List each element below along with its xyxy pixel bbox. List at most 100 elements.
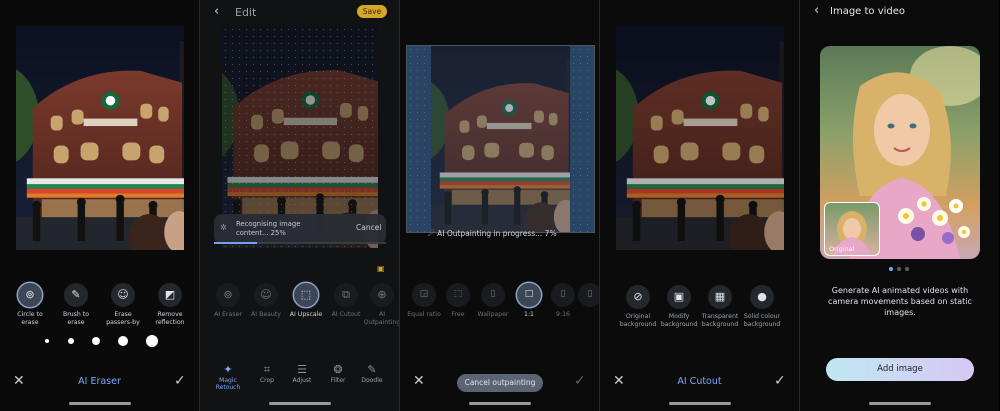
outpaint-icon: ⊕ bbox=[370, 283, 394, 307]
original-thumbnail: Original bbox=[824, 202, 880, 256]
cancel-button[interactable]: Cancel bbox=[356, 223, 381, 232]
nav-doodle[interactable]: ✎ Doodle bbox=[354, 363, 390, 384]
tool-remove-reflection[interactable]: ◩ Remove reflection bbox=[148, 283, 192, 326]
portrait-icon: ▯ bbox=[551, 283, 575, 307]
brush-size-5[interactable] bbox=[146, 335, 158, 347]
gallery-icon[interactable]: ▣ bbox=[377, 264, 385, 273]
people-icon: ☺ bbox=[111, 283, 135, 307]
pen-icon: ✎ bbox=[367, 363, 377, 376]
more-ratio-icon: ▯ bbox=[578, 283, 599, 307]
tool-circle-to-erase[interactable]: ⊚ Circle to erase bbox=[8, 283, 52, 326]
ratio-label: 1:1 bbox=[524, 311, 534, 318]
tool-ai-beauty[interactable]: ☺ AI Beauty bbox=[244, 283, 288, 319]
nav-label: Crop bbox=[259, 377, 274, 384]
mode-title: AI Eraser bbox=[78, 376, 121, 387]
face-icon: ☺ bbox=[254, 283, 278, 307]
image-to-video-panel: ‹ Image to video Original Generate AI an… bbox=[800, 0, 999, 411]
save-button[interactable]: Save bbox=[357, 5, 387, 18]
brush-icon: ✎ bbox=[64, 283, 88, 307]
home-indicator bbox=[268, 402, 331, 405]
tool-label: AI Outpainting bbox=[363, 311, 399, 326]
page-dot-1[interactable] bbox=[889, 267, 893, 271]
tool-label: Circle to erase bbox=[17, 311, 43, 326]
tool-label: AI Cutout bbox=[331, 311, 361, 318]
checkerboard-icon: ▦ bbox=[708, 285, 732, 309]
description: Generate AI animated videos with camera … bbox=[828, 286, 972, 317]
cancel-outpainting-button[interactable]: Cancel outpainting bbox=[457, 374, 543, 392]
tool-erase-passers-by[interactable]: ☺ Erase passers-by bbox=[101, 283, 145, 326]
nav-label: Magic Retouch bbox=[215, 377, 241, 391]
back-icon[interactable]: ‹ bbox=[814, 3, 819, 18]
nav-filter[interactable]: ❂ Filter bbox=[320, 363, 356, 384]
nav-magic-retouch[interactable]: ✦ Magic Retouch bbox=[208, 363, 248, 391]
bg-original[interactable]: ⊘ Original background bbox=[616, 285, 660, 328]
brush-size-1[interactable] bbox=[45, 339, 49, 343]
progress-toast: ✲ Recognising image content... 25% Cance… bbox=[214, 214, 386, 244]
equal-ratio-icon: ◲ bbox=[412, 283, 436, 307]
option-label: Modify background bbox=[660, 313, 698, 328]
edit-title: Edit bbox=[235, 6, 257, 19]
spinner-icon: ✲ bbox=[220, 223, 227, 232]
progress-fill bbox=[214, 242, 257, 244]
cutout-icon: ⧉ bbox=[334, 283, 358, 307]
progress-bar bbox=[214, 242, 386, 244]
tool-brush-to-erase[interactable]: ✎ Brush to erase bbox=[54, 283, 98, 326]
bg-transparent[interactable]: ▦ Transparent background bbox=[698, 285, 742, 328]
option-label: Solid colour background bbox=[743, 313, 781, 328]
add-image-button[interactable]: Add image bbox=[826, 358, 974, 381]
edit-panel: ‹ Edit Save ✲ Recognising image content.… bbox=[200, 0, 399, 411]
bg-solid-colour[interactable]: ● Solid colour background bbox=[740, 285, 784, 328]
ratio-label: Wallpaper bbox=[477, 311, 509, 318]
no-background-icon: ⊘ bbox=[626, 285, 650, 309]
solid-colour-icon: ● bbox=[750, 285, 774, 309]
option-label: Transparent background bbox=[701, 313, 739, 328]
ratio-label: 9:16 bbox=[556, 311, 570, 318]
sample-card: Original bbox=[820, 46, 980, 259]
free-crop-icon: ⬚ bbox=[446, 283, 470, 307]
page-dot-3[interactable] bbox=[905, 267, 909, 271]
outpaint-fill-right bbox=[570, 46, 594, 232]
square-icon: □ bbox=[517, 283, 541, 307]
bg-modify[interactable]: ▣ Modify background bbox=[657, 285, 701, 328]
ai-eraser-panel: ⊚ Circle to erase ✎ Brush to erase ☺ Era… bbox=[0, 0, 199, 411]
nav-label: Doodle bbox=[361, 377, 383, 384]
photo-preview bbox=[431, 46, 570, 232]
image-icon: ▣ bbox=[667, 285, 691, 309]
brush-size-2[interactable] bbox=[68, 338, 74, 344]
progress-label: AI Outpainting in progress... 7% bbox=[437, 229, 557, 238]
tool-label: Erase passers-by bbox=[106, 311, 140, 326]
tool-label: AI Upscale bbox=[289, 311, 323, 318]
check-icon[interactable]: ✓ bbox=[174, 373, 186, 389]
photo-preview[interactable] bbox=[16, 26, 184, 250]
nav-adjust[interactable]: ☰ Adjust bbox=[284, 363, 320, 384]
tool-ai-upscale[interactable]: ⬚ AI Upscale bbox=[284, 283, 328, 319]
home-indicator bbox=[668, 402, 731, 405]
progress-text: Recognising image content... 25% bbox=[236, 220, 301, 237]
nav-label: Filter bbox=[330, 377, 346, 384]
check-icon[interactable]: ✓ bbox=[774, 373, 786, 389]
nav-crop[interactable]: ⌗ Crop bbox=[249, 363, 285, 384]
nav-label: Adjust bbox=[292, 377, 312, 384]
outpainting-panel: ☄ AI Outpainting in progress... 7% ◲ Equ… bbox=[400, 0, 599, 411]
magic-icon: ✦ bbox=[223, 363, 233, 376]
tool-label: Brush to erase bbox=[62, 311, 90, 326]
option-label: Original background bbox=[619, 313, 657, 328]
progress-text: ☄ AI Outpainting in progress... 7% bbox=[428, 229, 557, 238]
brush-size-3[interactable] bbox=[92, 337, 100, 345]
circle-erase-icon: ⊚ bbox=[18, 283, 42, 307]
tool-ai-outpainting[interactable]: ⊕ AI Outpainting bbox=[362, 283, 399, 326]
ratio-more[interactable]: ▯ bbox=[578, 283, 599, 311]
mode-title: AI Cutout bbox=[677, 376, 722, 387]
filter-icon: ❂ bbox=[333, 363, 343, 376]
home-indicator bbox=[868, 402, 931, 405]
check-icon[interactable]: ✓ bbox=[574, 373, 586, 389]
outpaint-fill-left bbox=[407, 46, 431, 232]
tool-label: AI Eraser bbox=[214, 311, 242, 318]
sliders-icon: ☰ bbox=[297, 363, 307, 376]
crop-icon: ⌗ bbox=[263, 363, 271, 376]
brush-size-4[interactable] bbox=[118, 336, 128, 346]
home-indicator bbox=[468, 402, 531, 405]
back-icon[interactable]: ‹ bbox=[214, 4, 219, 19]
page-dot-2[interactable] bbox=[897, 267, 901, 271]
close-icon[interactable]: ✕ bbox=[413, 373, 425, 389]
